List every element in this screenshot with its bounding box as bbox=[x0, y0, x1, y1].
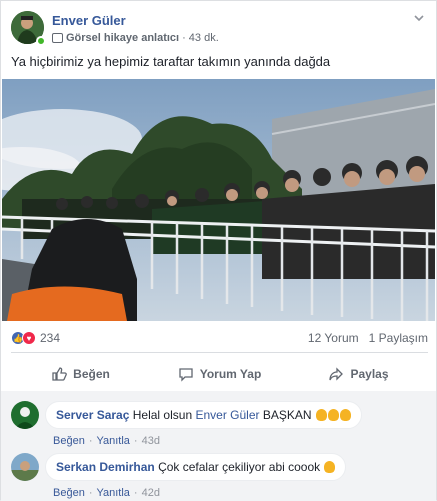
post-actions: Beğen Yorum Yap Paylaş bbox=[11, 358, 428, 390]
commenter-avatar[interactable] bbox=[11, 401, 39, 429]
clap-emoji-icon bbox=[327, 409, 339, 421]
online-status-dot bbox=[36, 36, 46, 46]
comment-icon bbox=[179, 368, 193, 382]
post-stats: 👍 ♥ 234 12 Yorum 1 Paylaşım bbox=[11, 331, 428, 347]
post-author-name[interactable]: Enver Güler bbox=[52, 13, 126, 28]
comments-section: Server Saraç Helal olsun Enver Güler BAŞ… bbox=[1, 391, 436, 501]
comment-text: Çok cefalar çekiliyor abi coook bbox=[158, 460, 321, 474]
badge-icon bbox=[52, 33, 63, 43]
share-count-link[interactable]: 1 Paylaşım bbox=[369, 331, 428, 345]
share-button[interactable]: Paylaş bbox=[289, 358, 428, 390]
comment-like-link[interactable]: Beğen bbox=[53, 487, 85, 499]
comment-actions: Beğen · Yanıtla · 42d bbox=[53, 487, 160, 499]
comment-button[interactable]: Yorum Yap bbox=[150, 358, 289, 390]
meta-separator: · bbox=[182, 32, 186, 44]
comment-like-link[interactable]: Beğen bbox=[53, 435, 85, 447]
thumbs-up-icon bbox=[52, 367, 67, 381]
clap-emoji-icon bbox=[339, 409, 351, 421]
comment-mention[interactable]: Enver Güler bbox=[195, 408, 259, 422]
post-time[interactable]: 43 dk. bbox=[189, 32, 219, 44]
like-button[interactable]: Beğen bbox=[11, 358, 150, 390]
share-icon bbox=[329, 367, 344, 381]
reaction-count[interactable]: 234 bbox=[40, 331, 60, 345]
comment-reply-link[interactable]: Yanıtla bbox=[96, 487, 129, 499]
commenter-name[interactable]: Serkan Demirhan bbox=[56, 460, 155, 474]
comment-text: Helal olsun bbox=[132, 408, 193, 422]
comment-text-end: BAŞKAN bbox=[262, 408, 312, 422]
author-role[interactable]: Görsel hikaye anlatıcı bbox=[66, 32, 179, 44]
comment-time[interactable]: 43d bbox=[142, 435, 160, 447]
stats-divider bbox=[11, 352, 428, 353]
like-button-label: Beğen bbox=[73, 367, 110, 381]
comment-bubble: Server Saraç Helal olsun Enver Güler BAŞ… bbox=[45, 401, 362, 429]
laugh-emoji-icon bbox=[324, 461, 336, 473]
post-card: Enver Güler Görsel hikaye anlatıcı · 43 … bbox=[0, 0, 437, 501]
share-button-label: Paylaş bbox=[350, 367, 389, 381]
comment-count-link[interactable]: 12 Yorum bbox=[308, 331, 359, 345]
chevron-down-icon[interactable] bbox=[412, 11, 426, 25]
post-header: Enver Güler Görsel hikaye anlatıcı · 43 … bbox=[11, 11, 428, 51]
comment-button-label: Yorum Yap bbox=[199, 367, 262, 381]
commenter-avatar[interactable] bbox=[11, 453, 39, 481]
post-photo[interactable] bbox=[2, 79, 435, 321]
comment-actions: Beğen · Yanıtla · 43d bbox=[53, 435, 160, 447]
comment-bubble: Serkan Demirhan Çok cefalar çekiliyor ab… bbox=[45, 453, 347, 481]
comment-time[interactable]: 42d bbox=[142, 487, 160, 499]
love-reaction-icon: ♥ bbox=[22, 331, 36, 345]
comment-reply-link[interactable]: Yanıtla bbox=[96, 435, 129, 447]
post-meta: Görsel hikaye anlatıcı · 43 dk. bbox=[52, 32, 219, 44]
post-text: Ya hiçbirimiz ya hepimiz taraftar takımı… bbox=[11, 54, 331, 69]
clap-emoji-icon bbox=[315, 409, 327, 421]
reactions-summary[interactable]: 👍 ♥ 234 bbox=[11, 331, 60, 345]
commenter-name[interactable]: Server Saraç bbox=[56, 408, 129, 422]
